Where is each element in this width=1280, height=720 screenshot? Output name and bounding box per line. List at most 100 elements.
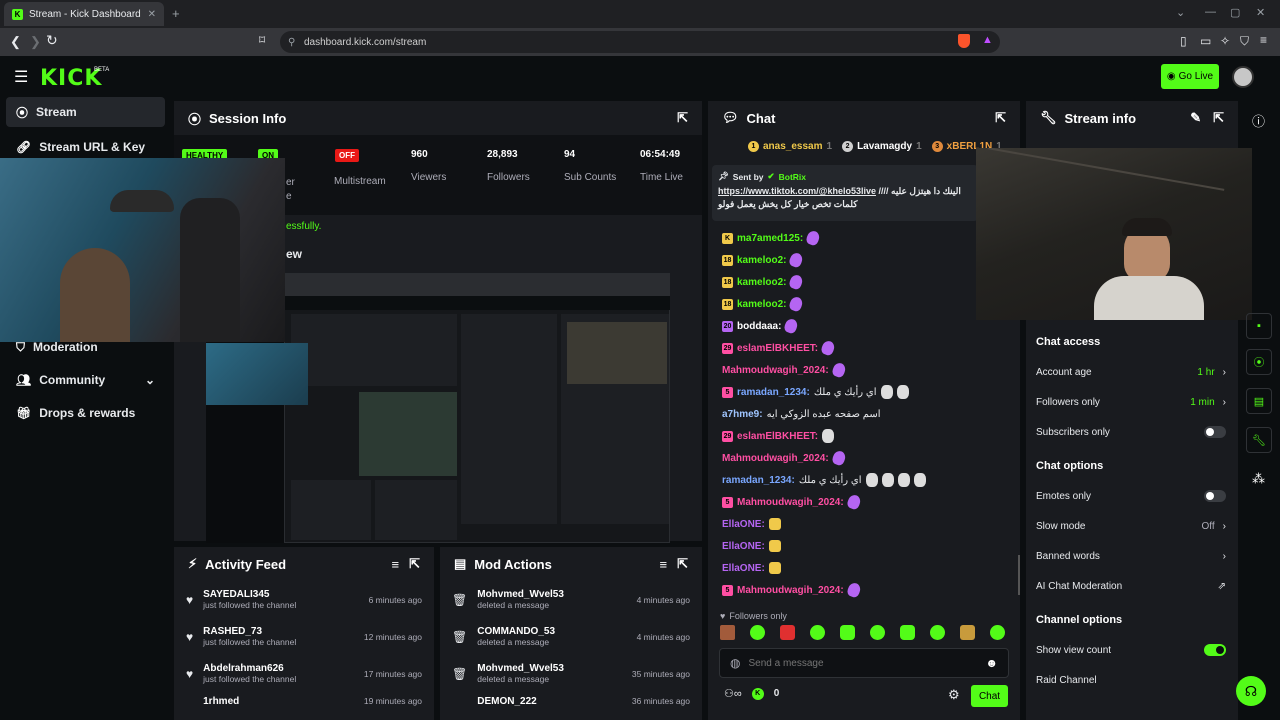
message-field[interactable] [748,657,978,669]
vpn-icon[interactable]: ⛉ [1240,34,1249,49]
chat-username[interactable]: boddaaa: [737,321,781,332]
popout-icon[interactable]: ⇱ [995,110,1006,126]
chat-username[interactable]: EllaONE: [722,519,765,530]
integrations-icon[interactable]: ⁂ [1252,471,1265,487]
maximize-icon[interactable]: ▢ [1230,6,1240,19]
setting-emotes-only[interactable]: Emotes only [1026,481,1238,511]
browser-tab[interactable]: K Stream - Kick Dashboard ✕ [4,2,164,26]
chat-username[interactable]: eslamElBKHEET: [737,431,818,442]
emoji-icon[interactable]: ☻ [985,656,998,670]
go-live-button[interactable]: ◉ Go Live [1161,64,1219,89]
chat-message[interactable]: 29 eslamElBKHEET: [708,337,1018,359]
menu-icon[interactable]: ≡ [1260,33,1267,47]
user-avatar[interactable] [1232,66,1254,88]
setting-ai-chat-moderation[interactable]: AI Chat Moderation ⇗ [1026,571,1238,601]
chat-send-button[interactable]: Chat [971,685,1008,707]
popout-icon[interactable]: ⇱ [677,110,688,126]
chat-username[interactable]: Mahmoudwagih_2024: [737,585,844,596]
popout-icon[interactable]: ⇱ [409,556,420,572]
people-icon[interactable]: ⚇∞ [724,687,742,700]
rail-broadcast-button[interactable]: ⦿ [1246,349,1272,375]
feed-name[interactable]: Mohvmed_Wvel53 [477,589,564,600]
chat-username[interactable]: Mahmoudwagih_2024: [722,365,829,376]
setting-raid-channel[interactable]: Raid Channel [1026,665,1238,695]
sidebar-toggle-icon[interactable]: ▯ [1180,34,1187,48]
emotes-only-toggle[interactable] [1204,490,1226,502]
address-bar[interactable]: ⚲ dashboard.kick.com/stream [280,31,1000,53]
emote-icon[interactable] [930,625,945,640]
chat-username[interactable]: Mahmoudwagih_2024: [722,453,829,464]
show-view-count-toggle[interactable] [1204,644,1226,656]
chat-message[interactable]: EllaONE: [708,535,1018,557]
chat-username[interactable]: kameloo2: [737,277,786,288]
back-icon[interactable]: ❮ [10,34,21,50]
chat-username[interactable]: eslamElBKHEET: [737,343,818,354]
feed-name[interactable]: COMMANDO_53 [477,626,555,637]
setting-show-view-count[interactable]: Show view count [1026,635,1238,665]
chat-username[interactable]: EllaONE: [722,541,765,552]
chat-username[interactable]: kameloo2: [737,299,786,310]
feed-name[interactable]: 1rhmed [203,696,239,707]
minimize-icon[interactable]: — [1205,6,1216,18]
emote-icon[interactable] [870,625,885,640]
wallet-icon[interactable]: ▭ [1200,34,1211,48]
emote-icon[interactable] [990,625,1005,640]
chat-message[interactable]: Kma7amed125: [708,227,1018,249]
chat-username[interactable]: EllaONE: [722,563,765,574]
feed-name[interactable]: DEMON_222 [477,696,536,707]
chat-message[interactable]: a7hme9: اسم صفحه عبده الزوكي ايه [708,403,1018,425]
chat-message[interactable]: 20 boddaaa: [708,315,1018,337]
chat-username[interactable]: ramadan_1234: [722,475,795,486]
emote-icon[interactable] [720,625,735,640]
help-support-button[interactable]: ☊ [1236,676,1266,706]
chat-message[interactable]: ramadan_1234: اي رأيك ي ملك [708,469,1018,491]
chat-username[interactable]: ramadan_1234: [737,387,810,398]
chat-message[interactable]: 18 kameloo2: [708,271,1018,293]
filter-icon[interactable]: ≡ [660,557,668,572]
rail-clipboard-button[interactable]: ▤ [1246,388,1272,414]
setting-slow-mode[interactable]: Slow mode Off › [1026,511,1238,541]
rail-wrench-button[interactable]: 🔧︎ [1246,427,1272,453]
feed-name[interactable]: Mohvmed_Wvel53 [477,663,564,674]
gear-icon[interactable]: ⚙ [948,687,960,703]
emote-icon[interactable] [780,625,795,640]
forward-icon[interactable]: ❯ [30,34,41,50]
hamburger-menu-icon[interactable]: ☰ [14,67,28,87]
brave-shield-icon[interactable] [958,34,970,48]
chat-message[interactable]: EllaONE: [708,557,1018,579]
chat-message[interactable]: Mahmoudwagih_2024: [708,447,1018,469]
chat-message[interactable]: 29 eslamElBKHEET: [708,425,1018,447]
bookmark-icon[interactable]: ⌑ [259,33,265,47]
leo-ai-icon[interactable]: ✧ [1220,34,1230,48]
chat-message[interactable]: Mahmoudwagih_2024: [708,359,1018,381]
chat-input[interactable]: ◍ ☻ [719,648,1009,678]
rail-chat-button[interactable]: ▪ [1246,313,1272,339]
emote-icon[interactable] [960,625,975,640]
setting-subscribers-only[interactable]: Subscribers only [1026,417,1238,447]
popout-icon[interactable]: ⇱ [677,556,688,572]
sidebar-item-drops-rewards[interactable]: 🎁︎ Drops & rewards [6,398,165,428]
chat-username[interactable]: ma7amed125: [737,233,803,244]
chat-username[interactable]: kameloo2: [737,255,786,266]
info-icon[interactable]: ⓘ [1252,111,1265,130]
sidebar-item-community[interactable]: 👥︎ Community ⌄ [6,365,165,395]
chat-message[interactable]: EllaONE: [708,513,1018,535]
chat-message[interactable]: 5 Mahmoudwagih_2024: [708,491,1018,513]
feed-name[interactable]: RASHED_73 [203,626,296,637]
tab-close-icon[interactable]: ✕ [148,9,156,20]
gifter-2[interactable]: 2 Lavamagdy 1 [842,141,922,152]
pinned-message[interactable]: 📌︎ Sent by ✔ BotRix https://www.tiktok.c… [712,165,978,221]
emote-icon[interactable] [840,625,855,640]
tab-list-icon[interactable]: ⌄ [1176,6,1185,19]
emote-icon[interactable] [810,625,825,640]
setting-account-age[interactable]: Account age 1 hr › [1026,357,1238,387]
subscribers-only-toggle[interactable] [1204,426,1226,438]
brave-rewards-icon[interactable]: ▲ [982,34,993,46]
setting-banned-words[interactable]: Banned words › [1026,541,1238,571]
feed-name[interactable]: SAYEDALI345 [203,589,296,600]
edit-icon[interactable]: ✎ [1190,110,1201,126]
window-close-icon[interactable]: ✕ [1256,6,1265,19]
pinned-link[interactable]: https://www.tiktok.com/@khelo53live [718,186,876,196]
setting-followers-only[interactable]: Followers only 1 min › [1026,387,1238,417]
emote-icon[interactable] [750,625,765,640]
